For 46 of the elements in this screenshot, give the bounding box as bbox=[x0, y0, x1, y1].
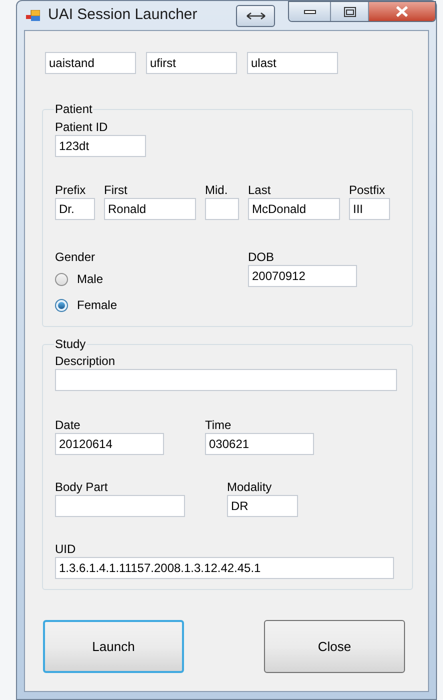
maximize-button[interactable] bbox=[331, 2, 369, 21]
close-window-button[interactable] bbox=[369, 2, 435, 21]
text-field[interactable]: 123dt bbox=[55, 135, 146, 157]
field-label: Postfix bbox=[349, 182, 386, 198]
text-field[interactable] bbox=[55, 495, 185, 517]
group-title: Patient bbox=[54, 102, 94, 116]
text-field[interactable]: 030621 bbox=[205, 433, 314, 455]
radio-button[interactable]: Female bbox=[55, 297, 248, 313]
minimize-button[interactable] bbox=[289, 2, 331, 21]
double-arrow-icon bbox=[246, 12, 266, 20]
maximize-icon bbox=[344, 6, 356, 16]
text-field[interactable]: ulast bbox=[247, 52, 338, 74]
text-field[interactable]: ufirst bbox=[146, 52, 237, 74]
field-label: Gender bbox=[55, 249, 96, 265]
resize-button[interactable] bbox=[236, 5, 275, 27]
minimize-icon bbox=[304, 10, 316, 14]
window-title: UAI Session Launcher bbox=[48, 5, 198, 26]
text-field[interactable] bbox=[205, 198, 239, 220]
dialog-button[interactable]: Close bbox=[264, 620, 405, 673]
text-field[interactable]: Ronald bbox=[104, 198, 196, 220]
radio-button[interactable]: Male bbox=[55, 271, 248, 287]
field-label: First bbox=[104, 182, 128, 198]
text-field[interactable]: Dr. bbox=[55, 198, 95, 220]
text-field[interactable]: 20120614 bbox=[55, 433, 164, 455]
field-label: Body Part bbox=[55, 479, 109, 495]
field-label: UID bbox=[55, 541, 77, 557]
text-field[interactable] bbox=[55, 369, 397, 391]
field-label: Description bbox=[55, 353, 116, 369]
field-label: Prefix bbox=[55, 182, 87, 198]
field-label: Modality bbox=[227, 479, 273, 495]
field-label: Mid. bbox=[205, 182, 229, 198]
text-field[interactable]: 1.3.6.1.4.1.11157.2008.1.3.12.42.45.1 bbox=[55, 557, 394, 579]
field-label: Time bbox=[205, 417, 232, 433]
group-title: Study bbox=[54, 337, 87, 351]
text-field[interactable]: McDonald bbox=[248, 198, 340, 220]
field-label: Last bbox=[248, 182, 272, 198]
field-label: Patient ID bbox=[55, 119, 109, 135]
dialog-button[interactable]: Launch bbox=[43, 620, 184, 673]
text-field[interactable]: III bbox=[349, 198, 390, 220]
close-icon bbox=[395, 6, 409, 17]
field-label: Date bbox=[55, 417, 82, 433]
text-field[interactable]: uaistand bbox=[45, 52, 136, 74]
field-label: DOB bbox=[248, 249, 276, 265]
app-icon bbox=[26, 10, 40, 22]
text-field[interactable]: 20070912 bbox=[248, 265, 357, 287]
text-field[interactable]: DR bbox=[227, 495, 298, 517]
